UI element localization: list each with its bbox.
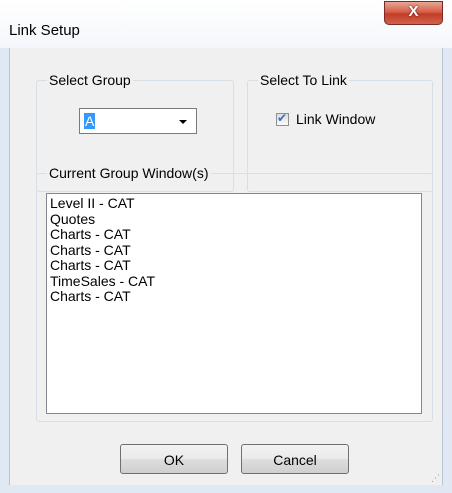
window-title: Link Setup: [9, 22, 80, 39]
list-item[interactable]: Charts - CAT: [50, 288, 418, 305]
resize-grip-icon[interactable]: ⋰: [431, 474, 440, 483]
link-setup-dialog: Link Setup X Select Group A Select To Li…: [0, 0, 452, 493]
list-item[interactable]: TimeSales - CAT: [50, 273, 418, 290]
current-windows-list[interactable]: Level II - CAT Quotes Charts - CAT Chart…: [46, 193, 422, 414]
group-combobox[interactable]: A: [79, 108, 197, 134]
list-item[interactable]: Charts - CAT: [50, 226, 418, 243]
cancel-button[interactable]: Cancel: [241, 444, 349, 474]
current-group-legend: Current Group Window(s): [47, 165, 211, 181]
link-window-checkbox[interactable]: ✔: [276, 111, 289, 126]
list-item[interactable]: Charts - CAT: [50, 257, 418, 274]
group-combobox-value: A: [84, 113, 96, 129]
chevron-down-icon[interactable]: [179, 120, 187, 124]
checkmark-icon: ✔: [277, 111, 288, 125]
dialog-body: Select Group A Select To Link ✔ Link Win…: [9, 48, 443, 485]
select-to-link-legend: Select To Link: [258, 72, 349, 88]
list-item[interactable]: Charts - CAT: [50, 242, 418, 259]
ok-button[interactable]: OK: [120, 444, 228, 474]
list-item[interactable]: Level II - CAT: [50, 195, 418, 212]
title-bar[interactable]: Link Setup X: [0, 0, 452, 48]
select-group-legend: Select Group: [47, 72, 133, 88]
link-window-label[interactable]: Link Window: [296, 111, 375, 127]
close-icon: X: [408, 3, 419, 20]
close-button[interactable]: X: [384, 1, 443, 25]
current-group-box: Current Group Window(s) Level II - CAT Q…: [36, 165, 433, 422]
list-item[interactable]: Quotes: [50, 211, 418, 228]
